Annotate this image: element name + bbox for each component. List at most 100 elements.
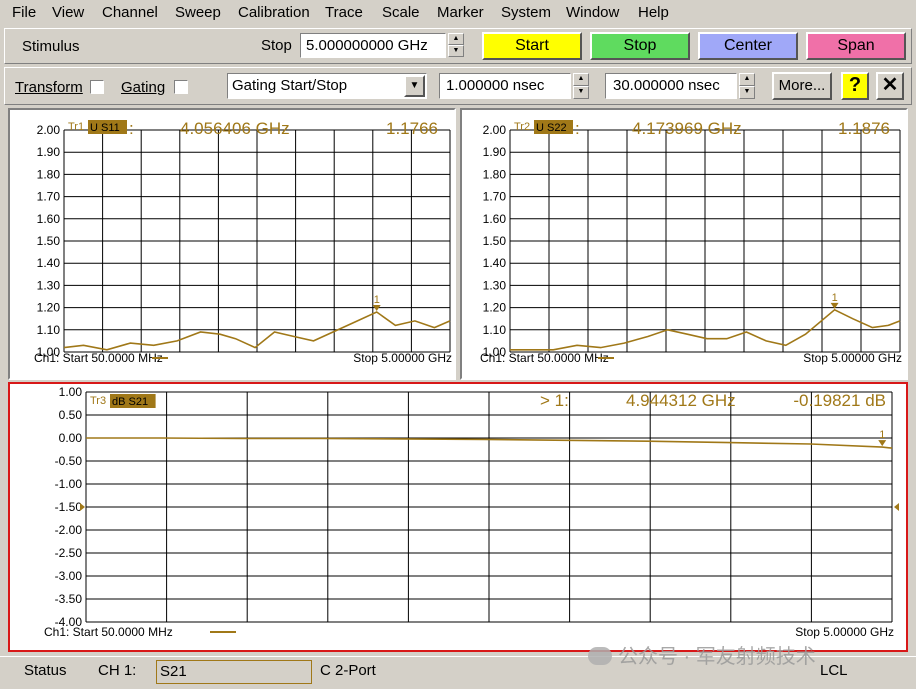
y-tick-label: 1.40 bbox=[37, 256, 61, 270]
s21-plot: 1.00 0.50 0.00 -0.50 -1.00 -1.50 -2.00 -2.50 -3.… bbox=[44, 385, 899, 639]
gating-mode-value: Gating Start/Stop bbox=[232, 77, 348, 94]
y-tick-label: -3.50 bbox=[55, 592, 83, 606]
marker-value: -0.19821 dB bbox=[793, 391, 886, 410]
trace-param-label: U S11 bbox=[90, 122, 120, 134]
y-tick-label: 1.80 bbox=[37, 167, 61, 181]
chevron-down-icon[interactable]: ▼ bbox=[404, 75, 425, 97]
spin-down-icon[interactable]: ▼ bbox=[448, 45, 464, 57]
y-tick-label: 1.50 bbox=[37, 234, 61, 248]
y-tick-label: 0.50 bbox=[59, 408, 83, 422]
menu-trace[interactable]: Trace bbox=[325, 4, 363, 21]
menu-bar: File View Channel Sweep Calibration Trac… bbox=[0, 0, 916, 26]
stop-frequency-input[interactable]: 5.000000000 GHz bbox=[300, 33, 446, 58]
wechat-icon bbox=[588, 647, 612, 665]
trace-param-label: U S22 bbox=[536, 122, 567, 134]
trace-id-label: Tr2 bbox=[514, 121, 530, 133]
spin-up-icon[interactable]: ▲ bbox=[739, 73, 755, 86]
stop-label: Stop bbox=[261, 37, 292, 54]
stop-frequency-stepper[interactable]: ▲ ▼ bbox=[448, 33, 466, 58]
gating-stop-input[interactable]: 30.000000 nsec bbox=[605, 73, 737, 99]
reference-level-arrow-left bbox=[80, 503, 85, 511]
marker-number: 1 bbox=[374, 294, 380, 306]
stimulus-label: Stimulus bbox=[22, 38, 80, 55]
marker-readout-prefix: > 1: bbox=[540, 391, 569, 410]
y-tick-label: 1.10 bbox=[483, 323, 507, 337]
y-tick-label: 1.10 bbox=[37, 323, 61, 337]
gating-label: Gating bbox=[121, 79, 166, 96]
gating-start-stepper[interactable]: ▲ ▼ bbox=[573, 73, 591, 99]
transform-label: Transform bbox=[15, 79, 83, 96]
help-icon[interactable]: ? bbox=[841, 72, 869, 100]
y-tick-label: 1.40 bbox=[483, 256, 507, 270]
stop-button[interactable]: Stop bbox=[590, 32, 690, 60]
marker-value: 1.1876 bbox=[838, 119, 890, 138]
marker-number: 1 bbox=[879, 429, 885, 441]
menu-system[interactable]: System bbox=[501, 4, 551, 21]
status-label: Status bbox=[24, 662, 67, 679]
span-button[interactable]: Span bbox=[806, 32, 906, 60]
y-tick-label: 0.00 bbox=[59, 431, 83, 445]
menu-help[interactable]: Help bbox=[638, 4, 669, 21]
gating-checkbox[interactable] bbox=[174, 80, 188, 94]
y-tick-label: 1.30 bbox=[37, 278, 61, 292]
menu-marker[interactable]: Marker bbox=[437, 4, 484, 21]
marker-frequency: 4.056406 GHz bbox=[180, 119, 290, 138]
footer-start: Ch1: Start 50.0000 MHz bbox=[44, 625, 173, 639]
y-tick-label: 1.90 bbox=[483, 145, 507, 159]
menu-sweep[interactable]: Sweep bbox=[175, 4, 221, 21]
spin-down-icon[interactable]: ▼ bbox=[573, 86, 589, 99]
trace3-window: 1.00 0.50 0.00 -0.50 -1.00 -1.50 -2.00 -2.50 -3.… bbox=[8, 382, 908, 652]
spin-up-icon[interactable]: ▲ bbox=[448, 33, 464, 45]
y-tick-label: 1.60 bbox=[37, 212, 61, 226]
y-tick-label: 1.70 bbox=[37, 190, 61, 204]
gating-stop-stepper[interactable]: ▲ ▼ bbox=[739, 73, 757, 99]
gating-start-input[interactable]: 1.000000 nsec bbox=[439, 73, 571, 99]
y-tick-label: 2.00 bbox=[483, 123, 507, 137]
y-tick-label: 1.00 bbox=[59, 385, 83, 399]
footer-start: Ch1: Start 50.0000 MHz bbox=[34, 351, 163, 365]
y-tick-label: 1.20 bbox=[483, 301, 507, 315]
y-tick-label: 1.70 bbox=[483, 190, 507, 204]
y-tick-label: -1.50 bbox=[55, 500, 83, 514]
menu-scale[interactable]: Scale bbox=[382, 4, 420, 21]
spin-down-icon[interactable]: ▼ bbox=[739, 86, 755, 99]
y-tick-label: 2.00 bbox=[37, 123, 61, 137]
y-tick-label: 1.50 bbox=[483, 234, 507, 248]
menu-window[interactable]: Window bbox=[566, 4, 619, 21]
menu-channel[interactable]: Channel bbox=[102, 4, 158, 21]
marker-readout-prefix: : bbox=[129, 119, 134, 138]
trace-id-label: Tr3 bbox=[90, 395, 106, 407]
spin-up-icon[interactable]: ▲ bbox=[573, 73, 589, 86]
marker-readout-prefix: : bbox=[575, 119, 580, 138]
menu-view[interactable]: View bbox=[52, 4, 84, 21]
gating-mode-select[interactable]: Gating Start/Stop bbox=[227, 73, 427, 99]
marker-value: 1.1766 bbox=[386, 119, 438, 138]
marker-frequency: 4.944312 GHz bbox=[626, 391, 736, 410]
footer-stop: Stop 5.00000 GHz bbox=[803, 351, 902, 365]
y-tick-label: -0.50 bbox=[55, 454, 83, 468]
active-trace-field: S21 bbox=[156, 660, 312, 684]
s11-plot: 2.00 1.90 1.80 1.70 1.60 1.50 1.40 1.30 1.20 1.10… bbox=[34, 119, 452, 365]
center-button[interactable]: Center bbox=[698, 32, 798, 60]
start-button[interactable]: Start bbox=[482, 32, 582, 60]
footer-start: Ch1: Start 50.0000 MHz bbox=[480, 351, 609, 365]
menu-file[interactable]: File bbox=[12, 4, 36, 21]
y-tick-label: 1.90 bbox=[37, 145, 61, 159]
trace2-window: 2.00 1.90 1.80 1.70 1.60 1.50 1.40 1.30 1.20 1.10… bbox=[460, 108, 908, 380]
watermark-text: 公众号 · 军友射频技术 bbox=[618, 646, 816, 668]
marker-frequency: 4.173969 GHz bbox=[632, 119, 742, 138]
marker-number: 1 bbox=[832, 292, 838, 304]
trace-param-label: dB S21 bbox=[112, 396, 148, 408]
y-tick-label: 1.30 bbox=[483, 278, 507, 292]
footer-stop: Stop 5.00000 GHz bbox=[795, 625, 894, 639]
trace-id-label: Tr1 bbox=[68, 121, 84, 133]
transform-checkbox[interactable] bbox=[90, 80, 104, 94]
lcl-status: LCL bbox=[820, 662, 848, 679]
y-tick-label: 1.80 bbox=[483, 167, 507, 181]
close-icon[interactable]: ✕ bbox=[876, 72, 904, 100]
footer-stop: Stop 5.00000 GHz bbox=[353, 351, 452, 365]
more-button[interactable]: More... bbox=[772, 72, 832, 100]
menu-calibration[interactable]: Calibration bbox=[238, 4, 310, 21]
cal-status: C 2-Port bbox=[320, 662, 376, 679]
y-tick-label: -2.50 bbox=[55, 546, 83, 560]
